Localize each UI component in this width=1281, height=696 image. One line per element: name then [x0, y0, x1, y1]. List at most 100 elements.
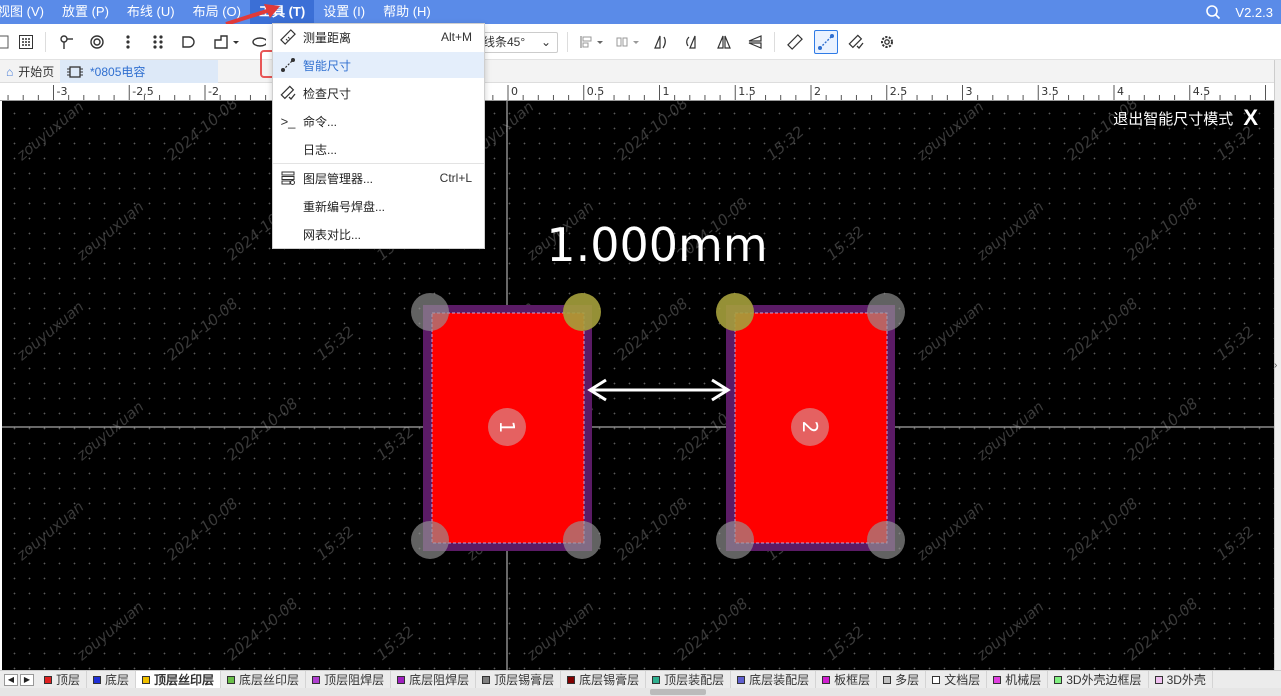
layer-color-swatch	[482, 675, 491, 684]
watermark-text: 2024-10-08	[1063, 494, 1141, 564]
watermark-text: zouyuxuan	[912, 101, 987, 165]
pad-grid-icon[interactable]	[148, 32, 168, 52]
check-dimension-icon	[273, 85, 303, 101]
watermark-text: 2024-10-08	[613, 101, 691, 164]
ellipse-icon[interactable]	[248, 32, 268, 52]
ruler-label: 3.5	[1041, 85, 1059, 98]
dimension-arrow	[587, 378, 731, 402]
menu-item-measure-distance[interactable]: 测量距离 Alt+M	[273, 24, 484, 50]
layer-label: 底层	[105, 673, 130, 687]
watermark-text: zouyuxuan	[72, 398, 147, 465]
arrow-right-icon[interactable]: ▶	[20, 673, 34, 686]
align-icon[interactable]	[578, 32, 606, 52]
pad-shape-icon[interactable]	[178, 32, 198, 52]
version-label: V2.2.3	[1235, 4, 1273, 20]
layer-tab[interactable]: 底层阻焊层	[391, 671, 477, 688]
menu-place[interactable]: 放置 (P)	[53, 0, 118, 24]
pad-row-icon[interactable]	[118, 32, 138, 52]
watermark-text: 2024-10-08	[673, 594, 751, 664]
scrollbar-thumb[interactable]	[650, 689, 706, 695]
ruler-label: -2	[208, 85, 219, 98]
layer-tab[interactable]: 顶层丝印层	[136, 671, 222, 688]
smart-dimension-icon	[273, 57, 303, 73]
menu-item-netlist-compare[interactable]: 网表对比...	[273, 221, 484, 247]
watermark-text: 2024-10-08	[1123, 594, 1201, 664]
layer-tab[interactable]: 底层丝印层	[221, 671, 307, 688]
close-icon[interactable]: X	[1243, 105, 1258, 131]
menu-item-renumber-pads[interactable]: 重新编号焊盘...	[273, 193, 484, 219]
layer-tab[interactable]: 机械层	[987, 671, 1049, 688]
layer-tab[interactable]: 3D外壳边框层	[1048, 671, 1149, 688]
rotate-right-icon[interactable]	[682, 32, 702, 52]
distribute-icon[interactable]	[614, 32, 642, 52]
collapse-arrow-icon[interactable]: ›	[1274, 360, 1277, 371]
ruler-label: 3	[966, 85, 973, 98]
check-dimension-tool-icon[interactable]	[846, 32, 866, 52]
watermark-text: 2024-10-08	[163, 494, 241, 564]
gear-icon[interactable]	[877, 32, 897, 52]
rotate-left-icon[interactable]	[651, 32, 671, 52]
horizontal-scrollbar[interactable]	[0, 688, 1281, 696]
layer-tab[interactable]: 3D外壳	[1149, 671, 1213, 688]
menu-item-layer-manager[interactable]: 图层管理器... Ctrl+L	[273, 165, 484, 191]
layer-tab[interactable]: 顶层	[38, 671, 88, 688]
chevron-down-icon: ⌄	[540, 35, 551, 49]
layer-tab[interactable]: 底层装配层	[731, 671, 817, 688]
layers-icon	[273, 170, 303, 186]
ruler-label: 0	[511, 85, 518, 98]
layer-tab[interactable]: 底层	[87, 671, 137, 688]
flip-vertical-icon[interactable]	[745, 32, 765, 52]
layer-tab[interactable]: 顶层阻焊层	[306, 671, 392, 688]
menu-item-smart-dimension[interactable]: 智能尺寸	[273, 52, 484, 78]
pad-2-number: 2	[798, 421, 822, 434]
menu-item-log[interactable]: 日志...	[273, 136, 484, 162]
right-panel-edge[interactable]: ›	[1274, 60, 1281, 670]
watermark-text: 15:32	[373, 622, 418, 664]
ruler-label: 4	[1117, 85, 1124, 98]
menu-settings[interactable]: 设置 (I)	[314, 0, 374, 24]
layer-tab[interactable]: 顶层锡膏层	[476, 671, 562, 688]
exit-smart-dimension-button[interactable]: 退出智能尺寸模式 X	[1113, 105, 1258, 131]
search-icon[interactable]	[1205, 4, 1221, 20]
layer-label: 板框层	[834, 673, 871, 687]
layer-color-swatch	[93, 675, 102, 684]
polygon-tool-icon[interactable]	[212, 32, 242, 52]
layer-tab[interactable]: 文档层	[926, 671, 988, 688]
toolbar-edge-icon[interactable]	[0, 32, 12, 52]
measure-ruler-icon[interactable]	[785, 32, 805, 52]
layer-color-swatch	[1054, 675, 1063, 684]
line-mode-select[interactable]: 线条45° ⌄	[474, 32, 558, 53]
menu-help[interactable]: 帮助 (H)	[374, 0, 440, 24]
layer-color-swatch	[397, 675, 406, 684]
smart-dimension-tool-icon[interactable]	[814, 30, 838, 54]
pcb-canvas[interactable]: zouyuxuan2024-10-0815:32zouyuxuan2024-10…	[2, 101, 1274, 670]
menu-item-command[interactable]: >_ 命令...	[273, 108, 484, 134]
horizontal-ruler: -3 -2.5 -2 0 0.5 1 1.5 2 2.5 3 3.5 4 4.5	[0, 83, 1274, 101]
ruler-label: 0.5	[587, 85, 605, 98]
flip-horizontal-icon[interactable]	[714, 32, 734, 52]
wire-icon[interactable]	[56, 32, 76, 52]
watermark-text: 2024-10-08	[163, 101, 241, 164]
watermark-text: 15:32	[823, 222, 868, 264]
tab-home[interactable]: ⌂ 开始页	[0, 60, 60, 83]
arrow-left-icon[interactable]: ◀	[4, 673, 18, 686]
via-icon[interactable]	[87, 32, 107, 52]
layer-color-swatch	[142, 675, 151, 684]
layer-label: 顶层锡膏层	[494, 673, 555, 687]
layer-tab[interactable]: 底层锡膏层	[561, 671, 647, 688]
watermark-text: 2024-10-08	[1063, 294, 1141, 364]
layer-color-swatch	[312, 675, 321, 684]
menu-item-check-dimension[interactable]: 检查尺寸	[273, 80, 484, 106]
watermark-text: 2024-10-08	[613, 294, 691, 364]
menu-view[interactable]: 视图 (V)	[0, 0, 53, 24]
tab-footprint[interactable]: *0805电容	[60, 60, 218, 83]
grid-icon[interactable]	[16, 32, 36, 52]
watermark-text: 2024-10-08	[163, 294, 241, 364]
watermark-text: 15:32	[1273, 422, 1274, 464]
layer-label: 底层丝印层	[239, 673, 300, 687]
layer-tab[interactable]: 顶层装配层	[646, 671, 732, 688]
layer-tab[interactable]: 多层	[877, 671, 927, 688]
layer-tab[interactable]: 板框层	[816, 671, 878, 688]
menu-route[interactable]: 布线 (U)	[118, 0, 184, 24]
layer-label: 顶层装配层	[664, 673, 725, 687]
